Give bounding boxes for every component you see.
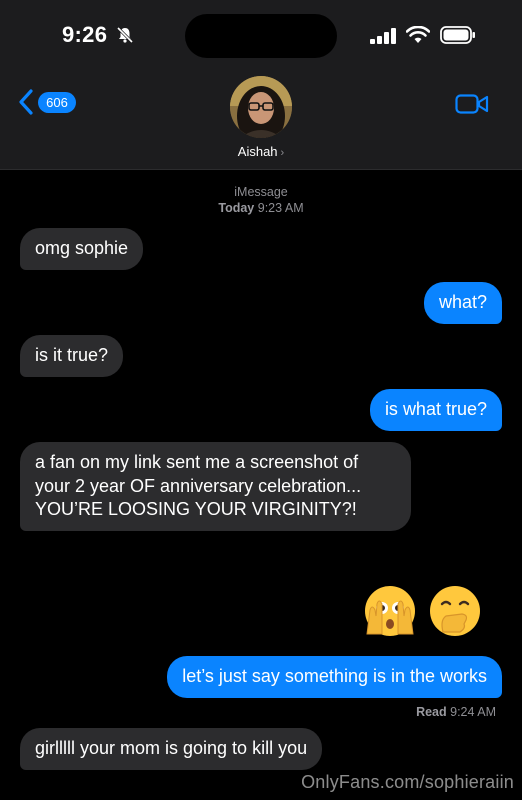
contact-name-label: Aishah — [237, 144, 278, 159]
face-with-hand-over-mouth-icon[interactable] — [428, 584, 482, 638]
face-with-peeking-eyes-icon[interactable] — [363, 584, 417, 638]
chevron-right-icon: › — [280, 147, 285, 159]
status-time: 9:26 — [62, 22, 108, 47]
dynamic-island — [185, 14, 337, 58]
unread-count-badge: 606 — [38, 91, 76, 113]
message-incoming[interactable]: girlllll your mom is going to kill you — [20, 728, 323, 770]
bell-slash-icon — [116, 26, 134, 44]
read-time: 9:24 AM — [450, 705, 496, 719]
timestamp-time: 9:23 AM — [257, 201, 304, 215]
message-incoming[interactable]: omg sophie — [20, 228, 144, 270]
message-outgoing[interactable]: let’s just say something is in the works — [167, 656, 502, 698]
message-incoming[interactable]: a fan on my link sent me a screenshot of… — [20, 442, 411, 531]
read-receipt: Read 9:24 AM — [416, 705, 496, 719]
thread-timestamp: Today 9:23 AM — [0, 201, 522, 215]
service-label: iMessage — [234, 185, 288, 199]
battery-icon — [440, 26, 475, 44]
message-incoming[interactable]: is it true? — [20, 335, 124, 377]
read-label: Read — [416, 705, 447, 719]
conversation-header: 606 Aishah › — [0, 70, 522, 170]
contact-name[interactable]: Aishah › — [0, 144, 522, 159]
facetime-video-icon[interactable] — [455, 93, 489, 115]
watermark: OnlyFans.com/sophieraiin — [301, 772, 514, 792]
avatar[interactable] — [230, 76, 292, 138]
cellular-signal-icon — [370, 28, 396, 44]
message-outgoing[interactable]: what? — [423, 282, 502, 324]
back-button[interactable]: 606 — [18, 88, 76, 116]
timestamp-day: Today — [218, 201, 255, 215]
chevron-left-icon — [19, 89, 33, 115]
wifi-icon — [406, 26, 430, 43]
avatar-photo — [230, 76, 292, 138]
status-bar: 9:26 — [0, 0, 522, 70]
message-outgoing[interactable]: is what true? — [369, 389, 502, 431]
